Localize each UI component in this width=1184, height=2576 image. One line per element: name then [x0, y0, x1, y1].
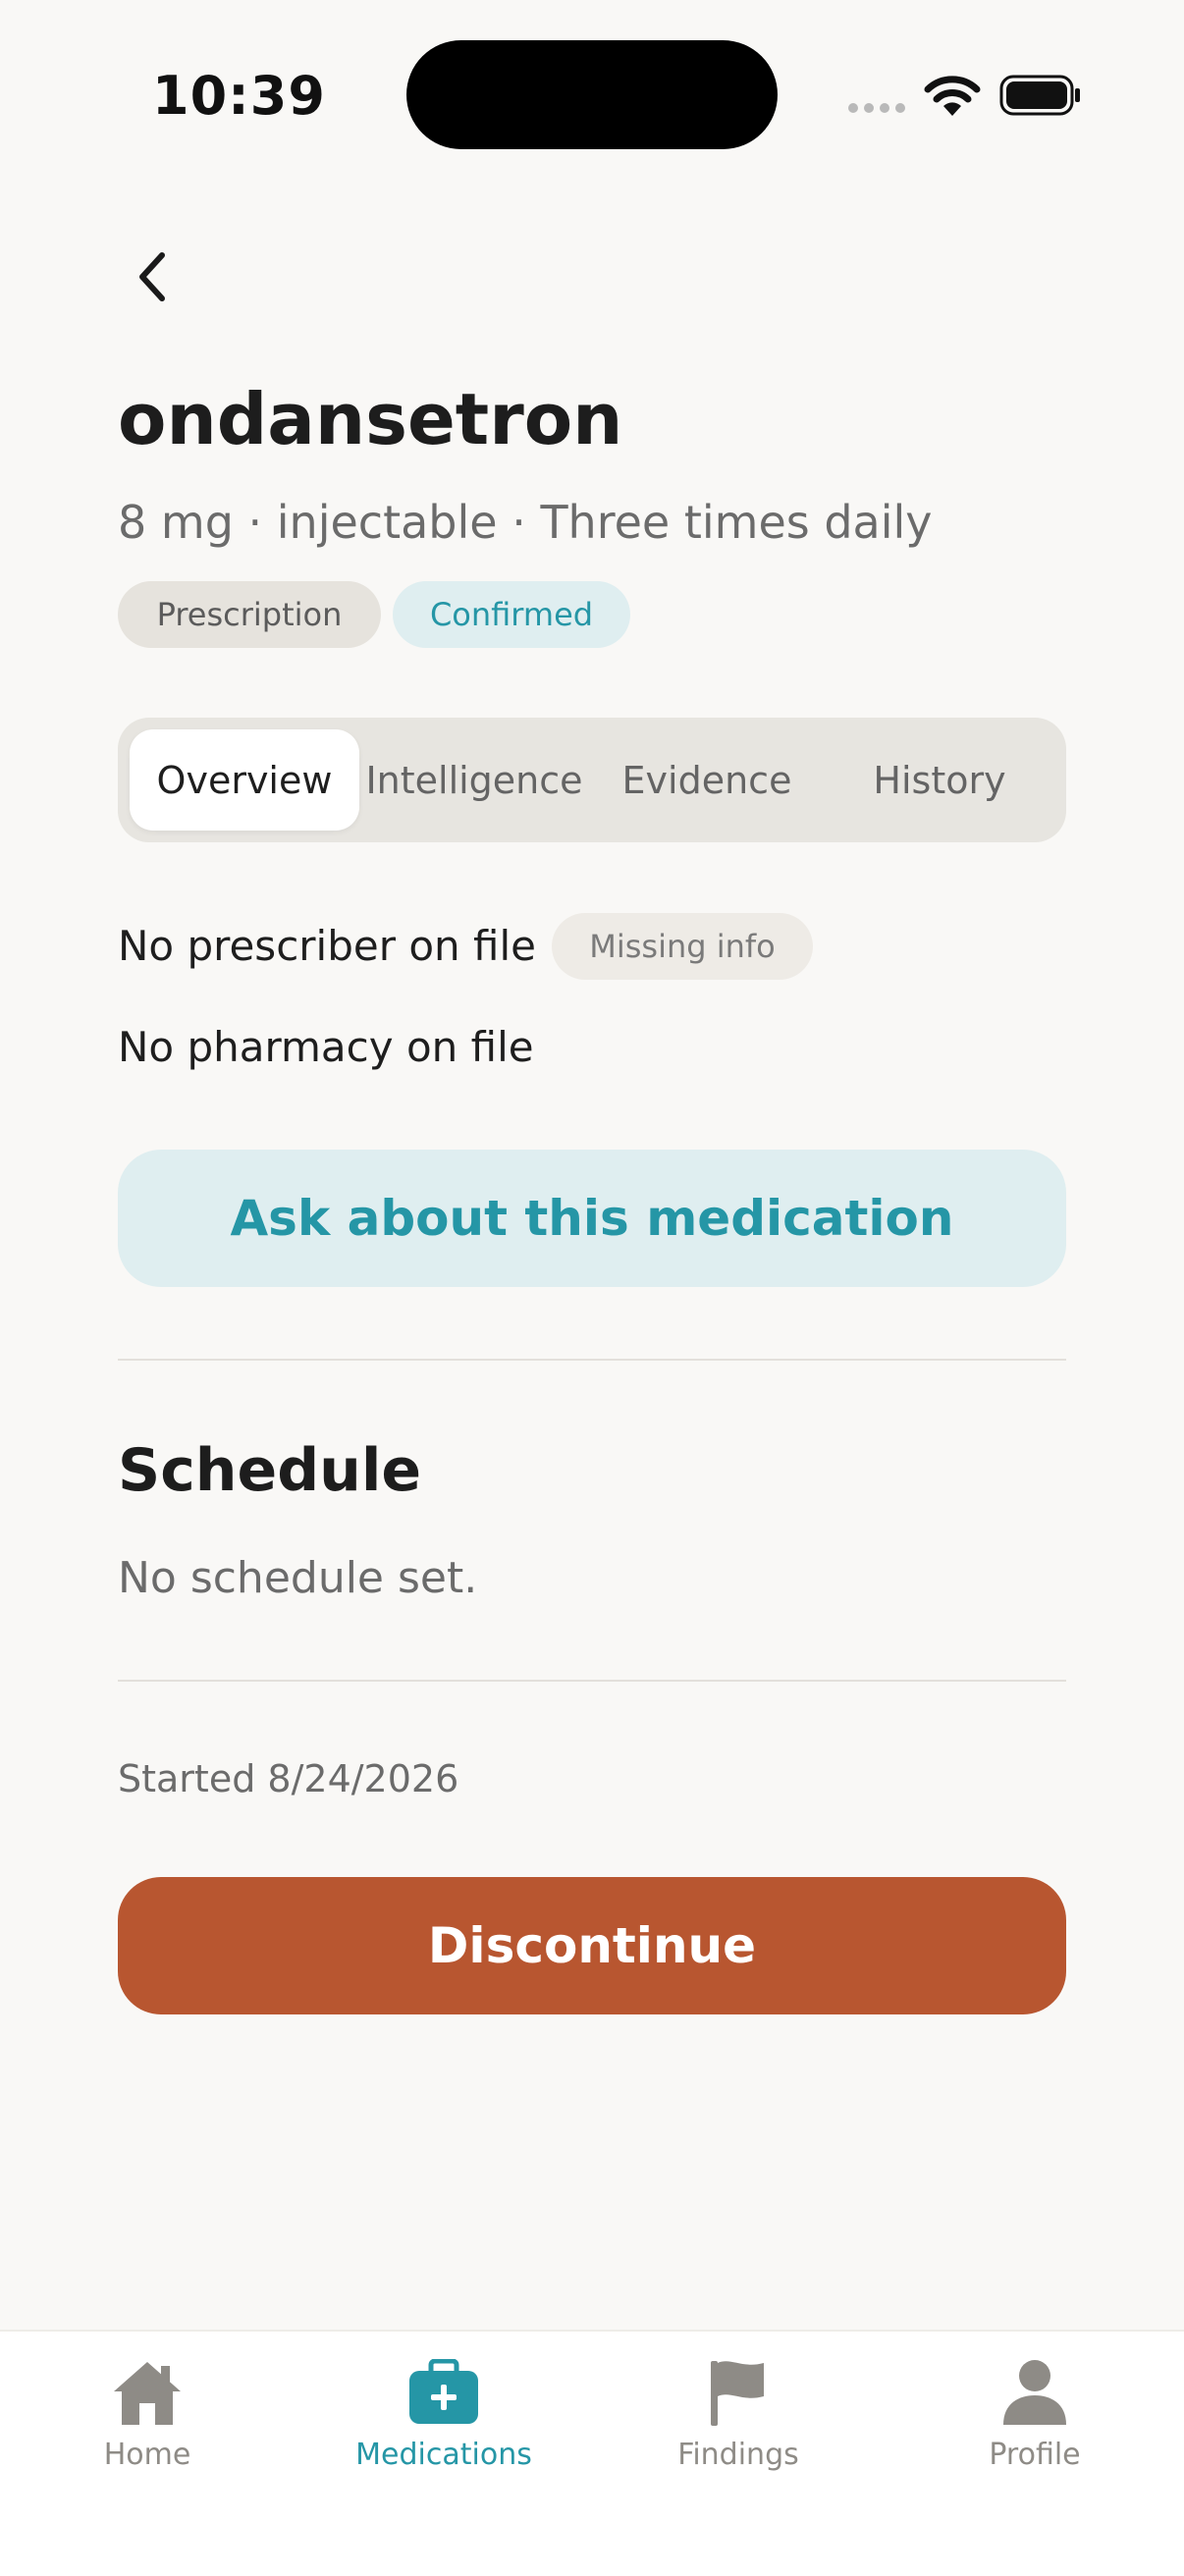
prescription-badge: Prescription: [118, 581, 381, 648]
dynamic-island: [406, 40, 778, 149]
tab-intelligence[interactable]: Intelligence: [359, 729, 589, 831]
confirmed-badge: Confirmed: [393, 581, 630, 648]
chevron-left-icon: [139, 252, 165, 301]
battery-icon: [999, 75, 1082, 120]
tab-history[interactable]: History: [825, 729, 1054, 831]
nav-item-profile[interactable]: Profile: [917, 2353, 1153, 2472]
divider: [118, 1359, 1066, 1361]
divider: [118, 1680, 1066, 1682]
medication-details: 8 mg · injectable · Three times daily: [118, 496, 933, 549]
nav-label-profile: Profile: [989, 2438, 1081, 2472]
status-time: 10:39: [152, 65, 326, 127]
person-icon: [996, 2353, 1074, 2432]
schedule-empty-text: No schedule set.: [118, 1553, 478, 1603]
medical-kit-icon: [404, 2353, 483, 2432]
wifi-icon: [923, 73, 982, 120]
nav-label-medications: Medications: [355, 2438, 532, 2472]
discontinue-button[interactable]: Discontinue: [118, 1877, 1066, 2014]
start-date: Started 8/24/2026: [118, 1757, 459, 1800]
back-button[interactable]: [118, 238, 187, 316]
schedule-heading: Schedule: [118, 1436, 422, 1505]
flag-icon: [699, 2353, 778, 2432]
missing-info-badge: Missing info: [552, 913, 813, 980]
nav-item-medications[interactable]: Medications: [326, 2353, 562, 2472]
nav-label-home: Home: [103, 2438, 191, 2472]
nav-item-home[interactable]: Home: [29, 2353, 265, 2472]
medication-name: ondansetron: [118, 378, 623, 460]
nav-label-findings: Findings: [677, 2438, 799, 2472]
bottom-tab-bar: Home Medications Findings Profile: [0, 2330, 1184, 2576]
tab-overview[interactable]: Overview: [130, 729, 359, 831]
home-icon: [108, 2353, 187, 2432]
cellular-signal-icon: [848, 103, 905, 113]
prescriber-info: No prescriber on file: [118, 922, 536, 970]
tab-evidence[interactable]: Evidence: [589, 729, 825, 831]
pharmacy-info: No pharmacy on file: [118, 1023, 534, 1071]
nav-item-findings[interactable]: Findings: [620, 2353, 856, 2472]
segmented-tab-control: Overview Intelligence Evidence History: [118, 718, 1066, 842]
ask-medication-button[interactable]: Ask about this medication: [118, 1150, 1066, 1287]
